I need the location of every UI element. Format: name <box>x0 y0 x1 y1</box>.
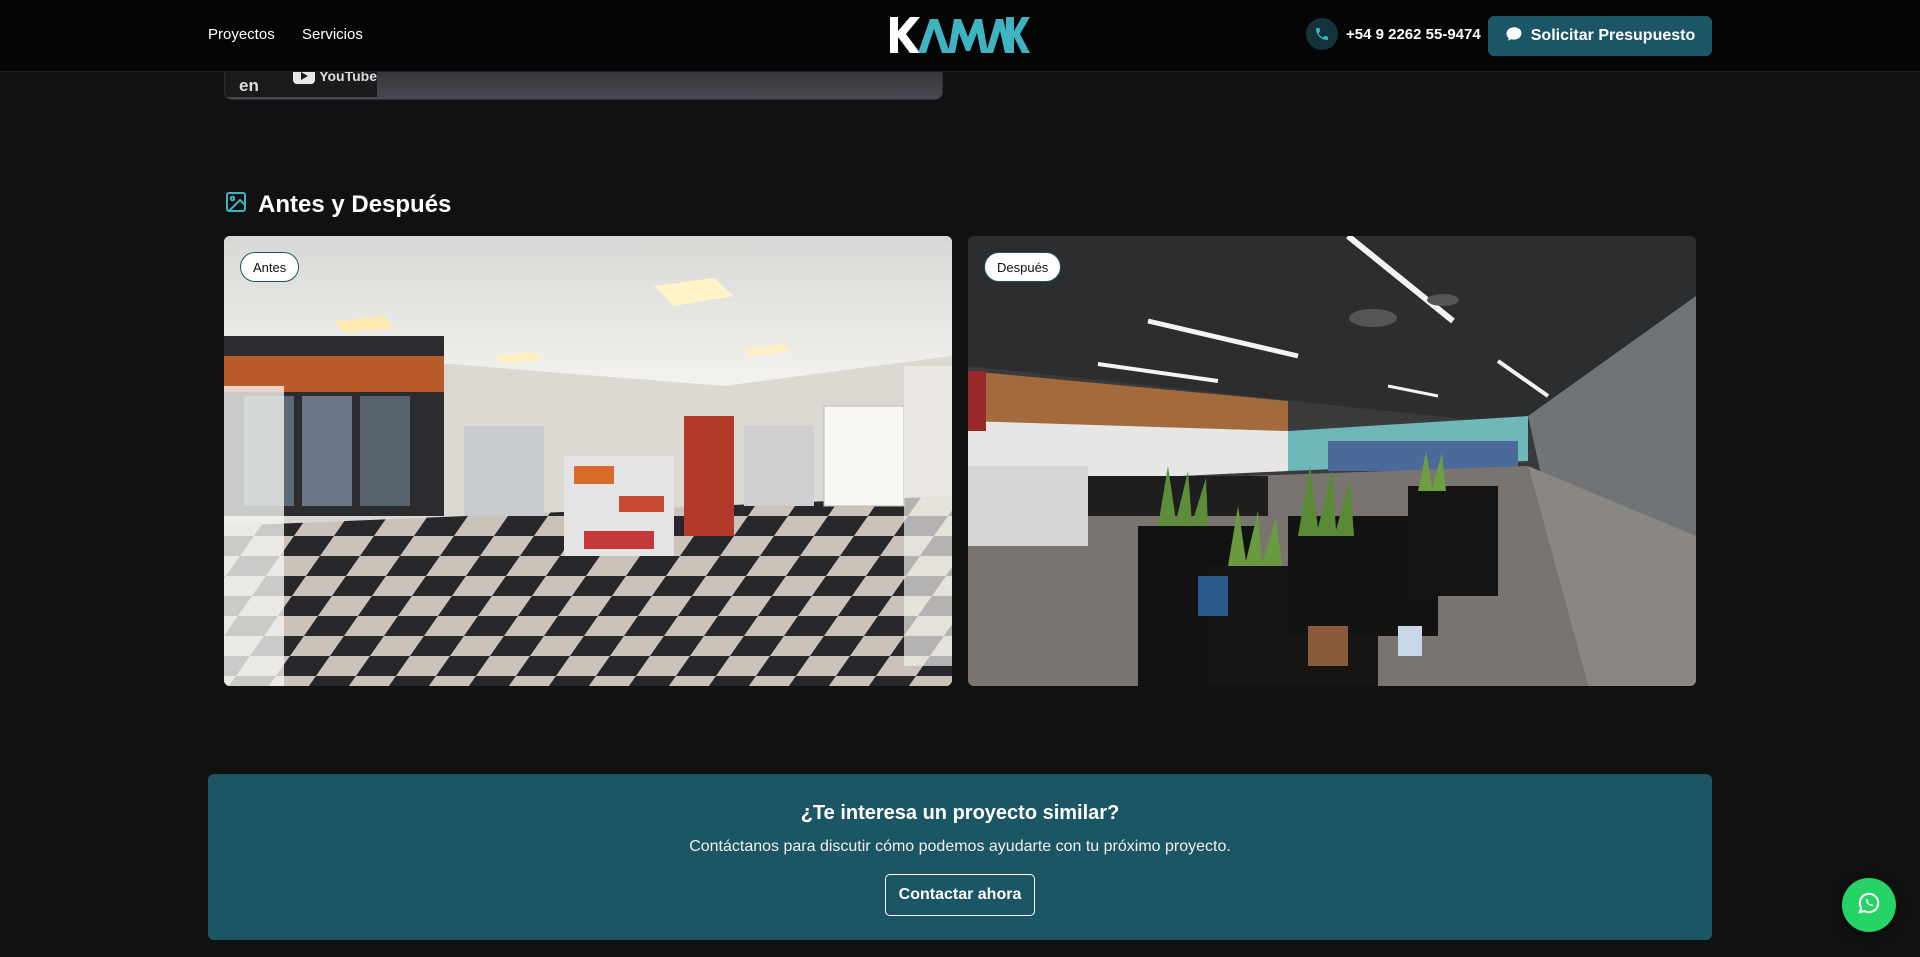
cta-text: Contáctanos para discutir cómo podemos a… <box>689 838 1231 855</box>
cta-title: ¿Te interesa un proyecto similar? <box>800 802 1120 824</box>
after-photo[interactable]: Después <box>968 236 1696 686</box>
phone-icon <box>1306 18 1338 50</box>
site-header: Proyectos Servicios +54 9 2262 55-9474 S… <box>0 0 1920 72</box>
before-store-image <box>224 236 952 686</box>
whatsapp-button[interactable] <box>1842 878 1896 932</box>
kamak-logo-mark <box>890 17 1030 53</box>
nav-link-servicios[interactable]: Servicios <box>302 26 363 43</box>
after-store-image <box>968 236 1696 686</box>
phone-contact[interactable]: +54 9 2262 55-9474 <box>1306 18 1481 50</box>
kamak-logo[interactable] <box>888 13 1032 57</box>
phone-number: +54 9 2262 55-9474 <box>1346 25 1481 43</box>
chat-bubble-icon <box>1505 25 1523 48</box>
contact-now-button[interactable]: Contactar ahora <box>885 874 1035 916</box>
section-title: Antes y Después <box>258 190 452 218</box>
before-after-heading: Antes y Después <box>224 190 451 219</box>
before-badge: Antes <box>240 252 300 282</box>
after-badge: Después <box>984 252 1062 282</box>
contact-cta-section: ¿Te interesa un proyecto similar? Contác… <box>208 774 1712 940</box>
request-quote-label: Solicitar Presupuesto <box>1530 27 1696 44</box>
before-photo[interactable]: Antes <box>224 236 952 686</box>
image-icon <box>224 190 248 219</box>
whatsapp-icon <box>1856 890 1882 921</box>
request-quote-button[interactable]: Solicitar Presupuesto <box>1488 16 1712 56</box>
nav-link-proyectos[interactable]: Proyectos <box>208 26 275 43</box>
